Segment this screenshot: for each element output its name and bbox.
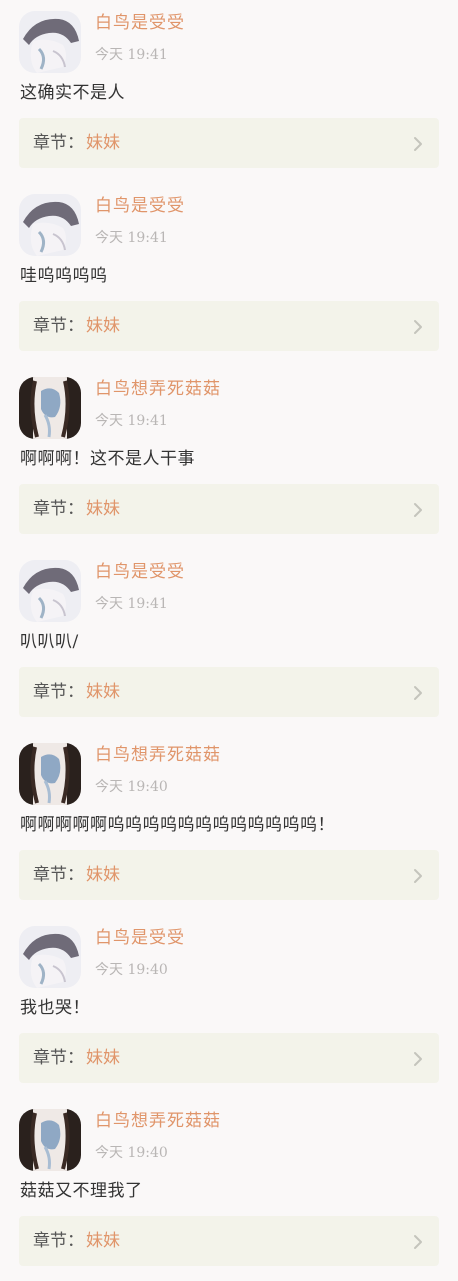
chapter-name: 妹妹 (86, 1231, 120, 1251)
chapter-link[interactable]: 章节： 妹妹 (19, 850, 439, 900)
chevron-right-icon (414, 320, 422, 334)
chapter-link[interactable]: 章节： 妹妹 (19, 301, 439, 351)
chapter-link[interactable]: 章节： 妹妹 (19, 1216, 439, 1266)
user-avatar[interactable] (19, 743, 81, 805)
comment-item: 白鸟是受受 今天 19:41 叭叭叭/ 章节： 妹妹 (0, 549, 458, 732)
chapter-prefix: 章节： (33, 865, 84, 885)
username[interactable]: 白鸟想弄死菇菇 (95, 378, 221, 400)
chapter-link[interactable]: 章节： 妹妹 (19, 118, 439, 168)
comment-item: 白鸟是受受 今天 19:41 这确实不是人 章节： 妹妹 (0, 0, 458, 183)
username[interactable]: 白鸟是受受 (95, 927, 185, 949)
chapter-name: 妹妹 (86, 499, 120, 519)
chevron-right-icon (414, 1235, 422, 1249)
chapter-prefix: 章节： (33, 499, 84, 519)
comment-item: 白鸟是受受 今天 19:41 哇呜呜呜呜 章节： 妹妹 (0, 183, 458, 366)
chapter-prefix: 章节： (33, 133, 84, 153)
chapter-prefix: 章节： (33, 1231, 84, 1251)
chapter-name: 妹妹 (86, 316, 120, 336)
username[interactable]: 白鸟是受受 (95, 561, 185, 583)
dark-frame-avatar-icon (19, 377, 81, 439)
comment-item: 白鸟想弄死菇菇 今天 19:40 菇菇又不理我了 章节： 妹妹 (0, 1098, 458, 1281)
dark-frame-avatar-icon (19, 1109, 81, 1171)
user-avatar[interactable] (19, 560, 81, 622)
comment-item: 白鸟想弄死菇菇 今天 19:41 啊啊啊！这不是人干事 章节： 妹妹 (0, 366, 458, 549)
chapter-link[interactable]: 章节： 妹妹 (19, 667, 439, 717)
timestamp: 今天 19:40 (95, 962, 168, 978)
timestamp: 今天 19:40 (95, 1145, 168, 1161)
timestamp: 今天 19:41 (95, 47, 168, 63)
username[interactable]: 白鸟是受受 (95, 195, 185, 217)
dark-frame-avatar-icon (19, 743, 81, 805)
chevron-right-icon (414, 503, 422, 517)
timestamp: 今天 19:40 (95, 779, 168, 795)
chapter-name: 妹妹 (86, 865, 120, 885)
user-avatar[interactable] (19, 926, 81, 988)
comment-text: 啊啊啊！这不是人干事 (20, 449, 195, 469)
chevron-right-icon (414, 869, 422, 883)
comment-text: 啊啊啊啊啊呜呜呜呜呜呜呜呜呜呜呜呜！ (20, 815, 335, 835)
chapter-link[interactable]: 章节： 妹妹 (19, 1033, 439, 1083)
grey-hat-avatar-icon (19, 11, 81, 73)
chevron-right-icon (414, 686, 422, 700)
timestamp: 今天 19:41 (95, 230, 168, 246)
user-avatar[interactable] (19, 194, 81, 256)
timestamp: 今天 19:41 (95, 413, 168, 429)
comment-text: 菇菇又不理我了 (20, 1181, 143, 1201)
grey-hat-avatar-icon (19, 560, 81, 622)
comment-item: 白鸟是受受 今天 19:40 我也哭！ 章节： 妹妹 (0, 915, 458, 1098)
chapter-name: 妹妹 (86, 1048, 120, 1068)
user-avatar[interactable] (19, 377, 81, 439)
chevron-right-icon (414, 1052, 422, 1066)
username[interactable]: 白鸟是受受 (95, 12, 185, 34)
chapter-prefix: 章节： (33, 316, 84, 336)
grey-hat-avatar-icon (19, 926, 81, 988)
chevron-right-icon (414, 137, 422, 151)
chapter-link[interactable]: 章节： 妹妹 (19, 484, 439, 534)
username[interactable]: 白鸟想弄死菇菇 (95, 1110, 221, 1132)
timestamp: 今天 19:41 (95, 596, 168, 612)
comment-text: 哇呜呜呜呜 (20, 266, 108, 286)
user-avatar[interactable] (19, 11, 81, 73)
comment-text: 叭叭叭/ (20, 632, 79, 652)
chapter-name: 妹妹 (86, 133, 120, 153)
chapter-name: 妹妹 (86, 682, 120, 702)
chapter-prefix: 章节： (33, 1048, 84, 1068)
user-avatar[interactable] (19, 1109, 81, 1171)
comment-text: 我也哭！ (20, 998, 90, 1018)
chapter-prefix: 章节： (33, 682, 84, 702)
grey-hat-avatar-icon (19, 194, 81, 256)
username[interactable]: 白鸟想弄死菇菇 (95, 744, 221, 766)
comment-item: 白鸟想弄死菇菇 今天 19:40 啊啊啊啊啊呜呜呜呜呜呜呜呜呜呜呜呜！ 章节： … (0, 732, 458, 915)
comment-text: 这确实不是人 (20, 83, 125, 103)
